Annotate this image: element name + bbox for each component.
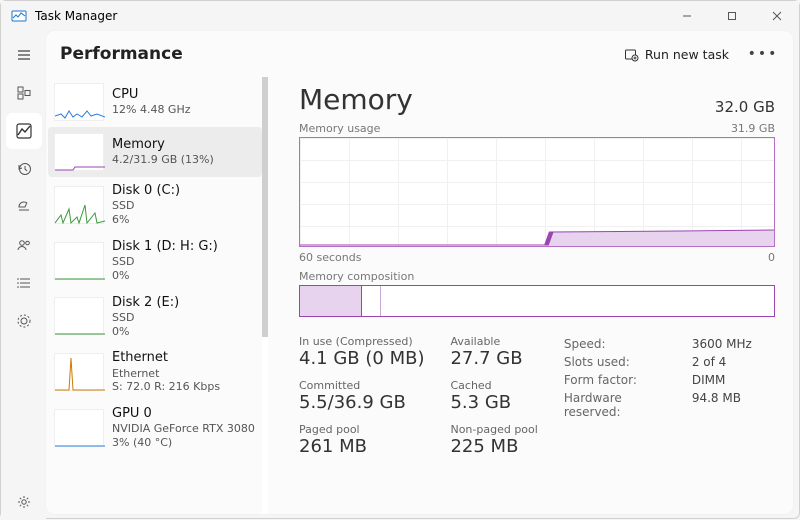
slots-value: 2 of 4 [692,355,726,369]
close-button[interactable] [754,1,799,31]
resource-item-disk0[interactable]: Disk 0 (C:)SSD6% [46,177,268,233]
paged-value: 261 MB [299,436,424,457]
resource-sub2: 0% [112,325,179,339]
content-area: Performance Run new task ••• CPU12% 4.48… [46,31,793,514]
resource-item-memory[interactable]: Memory4.2/31.9 GB (13%) [48,127,262,177]
cpu-thumb-graph [54,83,104,121]
resource-sub2: 6% [112,213,180,227]
memory-composition-bar[interactable] [299,285,775,317]
form-value: DIMM [692,373,726,387]
window-title: Task Manager [35,9,117,23]
resource-sub2: 3% (40 °C) [112,436,255,450]
form-key: Form factor: [564,373,674,387]
nav-processes-icon[interactable] [6,75,42,111]
resource-name: CPU [112,87,191,103]
resource-item-ethernet[interactable]: EthernetEthernetS: 72.0 R: 216 Kbps [46,344,268,400]
cached-label: Cached [450,379,537,392]
committed-value: 5.5/36.9 GB [299,392,424,413]
stats-column-1: In use (Compressed) 4.1 GB (0 MB) Commit… [299,335,424,457]
maximize-button[interactable] [709,1,754,31]
nav-details-icon[interactable] [6,265,42,301]
speed-key: Speed: [564,337,674,351]
nav-rail [1,31,46,520]
resource-sub: SSD [112,311,179,325]
nav-settings-icon[interactable] [6,484,42,520]
nav-startup-icon[interactable] [6,189,42,225]
resource-name: Disk 0 (C:) [112,183,180,199]
ethernet-thumb-graph [54,353,104,391]
resource-sub: NVIDIA GeForce RTX 3080 [112,422,255,436]
run-task-label: Run new task [645,47,729,62]
resource-sub2: S: 72.0 R: 216 Kbps [112,380,220,394]
titlebar: Task Manager [1,1,799,31]
nonpaged-value: 225 MB [450,436,537,457]
detail-panel: Memory 32.0 GB Memory usage 31.9 GB 60 s… [269,77,793,514]
resource-sub2: 0% [112,269,218,283]
hwres-value: 94.8 MB [692,391,741,419]
detail-title: Memory [299,83,413,116]
slots-key: Slots used: [564,355,674,369]
committed-label: Committed [299,379,424,392]
resource-name: GPU 0 [112,406,255,422]
nonpaged-label: Non-paged pool [450,423,537,436]
nav-history-icon[interactable] [6,151,42,187]
resource-sub: 4.2/31.9 GB (13%) [112,153,214,167]
gpu-thumb-graph [54,409,104,447]
resource-item-disk2[interactable]: Disk 2 (E:)SSD0% [46,289,268,345]
minimize-button[interactable] [664,1,709,31]
toolbar: Performance Run new task ••• [46,31,793,77]
available-label: Available [450,335,537,348]
memory-thumb-graph [54,133,104,171]
composition-in-use [300,286,362,316]
stats-column-specs: Speed: 3600 MHz Slots used: 2 of 4 Form fa… [564,337,752,457]
usage-max: 31.9 GB [731,122,775,135]
resource-sub: 12% 4.48 GHz [112,103,191,117]
window-controls [664,1,799,31]
resource-name: Ethernet [112,350,220,366]
paged-label: Paged pool [299,423,424,436]
disk1-thumb-graph [54,242,104,280]
scrollbar-thumb[interactable] [262,77,268,337]
resource-item-disk1[interactable]: Disk 1 (D: H: G:)SSD0% [46,233,268,289]
resource-list: CPU12% 4.48 GHz Memory4.2/31.9 GB (13%) … [46,77,269,514]
hamburger-icon[interactable] [6,37,42,73]
resource-name: Disk 2 (E:) [112,295,179,311]
page-title: Performance [60,44,183,64]
axis-left: 60 seconds [299,251,361,264]
cached-value: 5.3 GB [450,392,537,413]
resource-name: Disk 1 (D: H: G:) [112,239,218,255]
app-icon [11,8,27,24]
more-options-button[interactable]: ••• [747,46,779,62]
resource-item-cpu[interactable]: CPU12% 4.48 GHz [46,77,268,127]
usage-label: Memory usage [299,122,380,135]
resource-sub: SSD [112,199,180,213]
available-value: 27.7 GB [450,348,537,369]
speed-value: 3600 MHz [692,337,752,351]
nav-performance-icon[interactable] [6,113,42,149]
resource-sub: SSD [112,255,218,269]
in-use-value: 4.1 GB (0 MB) [299,348,424,369]
nav-services-icon[interactable] [6,303,42,339]
resource-name: Memory [112,137,214,153]
disk0-thumb-graph [54,186,104,224]
memory-total: 32.0 GB [715,98,775,116]
stats-column-2: Available 27.7 GB Cached 5.3 GB Non-page… [450,335,537,457]
axis-right: 0 [768,251,775,264]
run-new-task-button[interactable]: Run new task [614,41,739,68]
disk2-thumb-graph [54,297,104,335]
nav-users-icon[interactable] [6,227,42,263]
run-task-icon [624,47,639,62]
resource-sub: Ethernet [112,367,220,381]
in-use-label: In use (Compressed) [299,335,424,348]
resource-item-gpu0[interactable]: GPU 0NVIDIA GeForce RTX 30803% (40 °C) [46,400,268,456]
memory-usage-graph[interactable] [299,137,775,247]
composition-modified [362,286,381,316]
hwres-key: Hardware reserved: [564,391,674,419]
composition-label: Memory composition [299,270,775,283]
